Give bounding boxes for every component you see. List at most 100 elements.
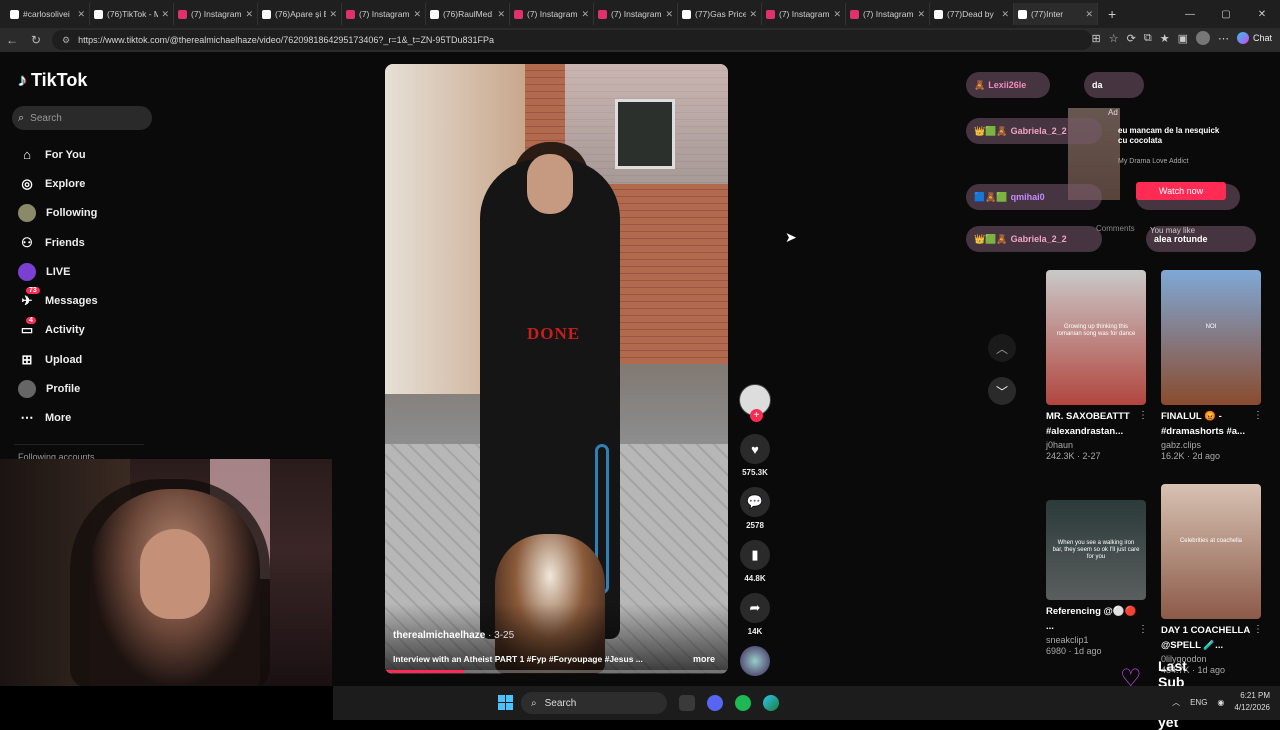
close-window-icon[interactable]: ✕ [1244,9,1280,20]
browser-tab[interactable]: (76)RaulMed ✕ [426,3,510,25]
video-username[interactable]: sneakclip1 [1046,635,1154,645]
comment-action[interactable]: 💬 2578 [736,487,774,530]
tray-chevron-icon[interactable]: ︿ [1172,697,1180,708]
menu-item-more[interactable]: ⋯ More [14,404,154,433]
close-tab-icon[interactable]: ✕ [245,9,253,20]
video-thumbnail[interactable]: Celebrities at coachella [1161,484,1261,619]
menu-item-explore[interactable]: ◎ Explore [14,169,154,198]
url-field[interactable]: ⚙ https://www.tiktok.com/@therealmichael… [52,30,1092,50]
card-menu-icon[interactable]: ⋮ [1138,410,1148,421]
spotify-icon[interactable] [735,695,751,711]
close-tab-icon[interactable]: ✕ [413,9,421,20]
install-app-icon[interactable]: ⊞ [1092,32,1101,45]
profile-avatar-browser[interactable] [1195,31,1210,45]
watch-now-button[interactable]: Watch now [1136,182,1226,200]
copilot-chat-button[interactable]: Chat [1236,32,1272,44]
discord-icon[interactable] [707,695,723,711]
video-thumbnail[interactable]: Growing up thinking this romanian song w… [1046,270,1146,405]
video-username[interactable]: j0haun [1046,440,1154,450]
music-disc-icon[interactable] [740,646,770,676]
share-action[interactable]: ➦ 14K [736,593,774,636]
collections-icon[interactable]: ▣ [1178,32,1188,45]
comment-icon[interactable]: 💬 [740,487,770,517]
edge-icon[interactable] [763,695,779,711]
recommended-video-card[interactable]: Celebrities at coachella DAY 1 COACHELLA … [1161,484,1269,675]
back-icon[interactable]: ← [0,33,24,47]
close-tab-icon[interactable]: ✕ [1085,9,1093,20]
site-info-icon[interactable]: ⚙ [62,35,70,46]
menu-item-following[interactable]: Following [14,199,154,228]
close-tab-icon[interactable]: ✕ [833,9,841,20]
bookmark-icon[interactable]: ▮ [740,540,770,570]
clock[interactable]: 6:21 PM 4/12/2026 [1234,690,1270,714]
video-title[interactable]: Referencing @⚪🔴 ... [1046,604,1146,634]
video-username[interactable]: gabz.clips [1161,440,1269,450]
browser-tab[interactable]: (7) Instagram ✕ [174,3,258,25]
ad-card[interactable]: Ad eu mancam de la nesquick cu cocolata … [1108,108,1248,258]
close-tab-icon[interactable]: ✕ [749,9,757,20]
recommended-video-card[interactable]: NOI FINALUL 😡 - #dramashorts #a... gabz.cl… [1161,270,1269,461]
video-title[interactable]: MR. SAXOBEATTT #alexandrastan... [1046,409,1146,439]
video-author[interactable]: therealmichaelhaze · 3-25 [393,630,514,641]
menu-item-messages[interactable]: ✈ 73 Messages [14,286,154,315]
maximize-icon[interactable]: ▢ [1208,9,1244,20]
video-title[interactable]: DAY 1 COACHELLA @SPELL 🧪... [1161,623,1261,653]
save-action[interactable]: ▮ 44.8K [736,540,774,583]
recommended-video-card[interactable]: Growing up thinking this romanian song w… [1046,270,1154,461]
taskbar-search[interactable]: ⌕ Search [521,692,667,714]
video-player[interactable]: DONE therealmichaelhaze · 3-25 Interview… [385,64,728,674]
browser-tab[interactable]: (76)TikTok - M ✕ [90,3,174,25]
favorites-icon[interactable]: ★ [1160,32,1170,45]
windows-start-icon[interactable] [498,695,513,710]
comments-tab[interactable]: Comments [1096,224,1135,233]
settings-menu-icon[interactable]: ⋯ [1218,32,1229,45]
heart-icon[interactable]: ♥ [740,434,770,464]
close-tab-icon[interactable]: ✕ [329,9,337,20]
search-input[interactable]: ⌕ Search [12,106,152,130]
close-tab-icon[interactable]: ✕ [665,9,673,20]
wifi-icon[interactable]: ◉ [1217,698,1224,707]
close-tab-icon[interactable]: ✕ [497,9,505,20]
video-title[interactable]: FINALUL 😡 - #dramashorts #a... [1161,409,1261,439]
refresh-tool-icon[interactable]: ⟳ [1127,32,1136,45]
browser-tab[interactable]: #carlosolivei ✕ [6,3,90,25]
reload-icon[interactable]: ↻ [24,33,48,47]
browser-tab[interactable]: (7) Instagram ✕ [342,3,426,25]
share-icon[interactable]: ➦ [740,593,770,623]
menu-item-live[interactable]: LIVE [14,257,154,286]
recommended-video-card[interactable]: When you see a walking iron bar, they se… [1046,484,1154,656]
card-menu-icon[interactable]: ⋮ [1253,624,1263,635]
minimize-icon[interactable]: — [1172,9,1208,20]
favorite-star-icon[interactable]: ☆ [1109,32,1119,45]
extensions-icon[interactable]: ⧉ [1144,32,1152,45]
browser-tab[interactable]: (7) Instagram ✕ [510,3,594,25]
video-thumbnail[interactable]: When you see a walking iron bar, they se… [1046,500,1146,600]
tiktok-logo[interactable]: ♪ TikTok [18,70,87,91]
browser-tab[interactable]: (77)Inter ✕ [1014,3,1098,25]
language-indicator[interactable]: ENG [1190,698,1207,707]
close-tab-icon[interactable]: ✕ [917,9,925,20]
close-tab-icon[interactable]: ✕ [77,9,85,20]
task-view-icon[interactable] [679,695,695,711]
browser-tab[interactable]: (77)Gas Price ✕ [678,3,762,25]
browser-tab[interactable]: (7) Instagram ✕ [846,3,930,25]
menu-item-activity[interactable]: ▭ 4 Activity [14,316,154,345]
like-action[interactable]: ♥ 575.3K [736,434,774,477]
video-thumbnail[interactable]: NOI [1161,270,1261,405]
next-video-icon[interactable]: ﹀ [988,377,1016,405]
video-progress-bar[interactable] [385,670,728,673]
card-menu-icon[interactable]: ⋮ [1138,624,1148,635]
browser-tab[interactable]: (77)Dead by ✕ [930,3,1014,25]
browser-tab[interactable]: (76)Apare și E ✕ [258,3,342,25]
menu-item-friends[interactable]: ⚇ Friends [14,228,154,257]
menu-item-profile[interactable]: Profile [14,374,154,403]
close-tab-icon[interactable]: ✕ [581,9,589,20]
menu-item-for-you[interactable]: ⌂ For You [14,140,154,169]
author-avatar[interactable]: + [739,384,771,422]
menu-item-upload[interactable]: ⊞ Upload [14,345,154,374]
card-menu-icon[interactable]: ⋮ [1253,410,1263,421]
previous-video-icon[interactable]: ︿ [988,334,1016,362]
follow-plus-icon[interactable]: + [750,409,763,422]
browser-tab[interactable]: (7) Instagram ✕ [762,3,846,25]
browser-tab[interactable]: (7) Instagram ✕ [594,3,678,25]
